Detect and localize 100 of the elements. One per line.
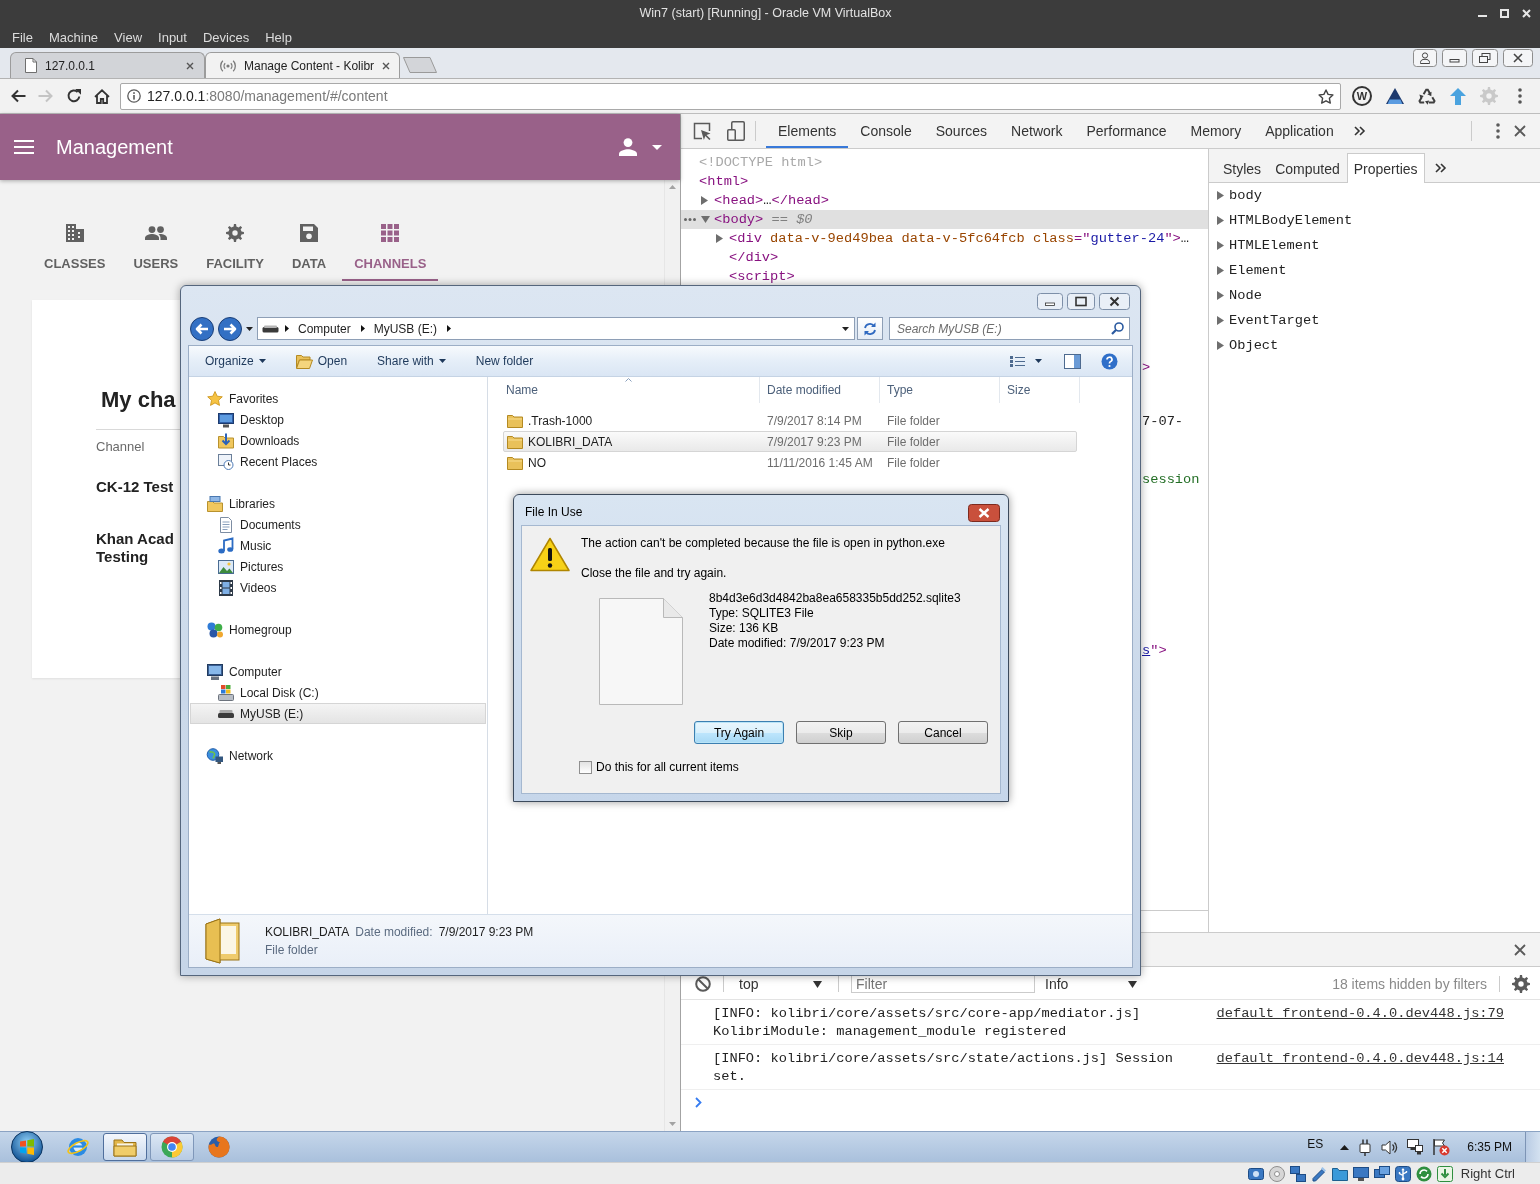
address-field[interactable]: 127.0.0.1:8080/management/#/content: [120, 82, 1341, 110]
column-header[interactable]: Date modified: [760, 377, 880, 403]
nav-item[interactable]: Recent Places: [190, 451, 486, 472]
toolbar-button[interactable]: Open: [286, 349, 357, 373]
dialog-button[interactable]: Skip: [796, 721, 886, 744]
triangle-right-icon[interactable]: [1217, 191, 1224, 200]
devtools-tab[interactable]: Application: [1253, 114, 1346, 148]
property-item[interactable]: Object: [1209, 333, 1540, 358]
chevron-up-icon[interactable]: [1340, 1144, 1350, 1150]
view-options-button[interactable]: [1010, 355, 1042, 367]
menu-item[interactable]: File: [12, 29, 33, 45]
source-link[interactable]: default_frontend-0.4.0.dev448.js:14: [1216, 1050, 1504, 1086]
close-icon[interactable]: [382, 61, 391, 70]
back-icon[interactable]: [10, 89, 26, 103]
devtools-tab[interactable]: Elements: [766, 114, 849, 148]
dom-node[interactable]: <body> == $0: [681, 210, 1208, 229]
nav-item[interactable]: Network: [190, 745, 486, 766]
restore-icon[interactable]: [1472, 49, 1498, 67]
menu-icon[interactable]: [14, 140, 34, 154]
checkbox-label[interactable]: Do this for all current items: [596, 760, 739, 774]
nav-tab[interactable]: CHANNELS: [342, 224, 439, 281]
preview-pane-icon[interactable]: [1064, 353, 1081, 369]
close-icon[interactable]: [968, 504, 1000, 522]
search-icon[interactable]: [1111, 322, 1124, 335]
network-icon[interactable]: [1407, 1139, 1424, 1155]
pen-icon[interactable]: [1310, 1165, 1327, 1182]
toolbar-button[interactable]: Organize: [196, 349, 275, 373]
source-link[interactable]: default_frontend-0.4.0.dev448.js:79: [1216, 1005, 1504, 1041]
nav-tab[interactable]: FACILITY: [194, 224, 276, 281]
nav-item[interactable]: MyUSB (E:): [190, 703, 486, 724]
dialog-button[interactable]: Cancel: [898, 721, 988, 744]
menu-item[interactable]: Machine: [48, 29, 99, 45]
triangle-icon[interactable]: [1386, 88, 1404, 104]
toolbar-button[interactable]: New folder: [466, 349, 543, 373]
close-icon[interactable]: [186, 61, 194, 70]
devtools-tab[interactable]: Performance: [1074, 114, 1179, 148]
browser-tab[interactable]: 127.0.0.1: [10, 52, 205, 78]
close-icon[interactable]: [1503, 49, 1533, 67]
clear-icon[interactable]: [695, 976, 711, 992]
sort-caret-icon[interactable]: [625, 378, 632, 382]
dom-node[interactable]: <script>: [681, 267, 1208, 286]
nav-item[interactable]: Favorites: [190, 388, 486, 409]
chevron-icon[interactable]: [1434, 162, 1446, 173]
close-icon[interactable]: [1514, 125, 1526, 137]
triangle-right-icon[interactable]: [1217, 216, 1224, 225]
sync-icon[interactable]: [1415, 1165, 1432, 1182]
breadcrumb[interactable]: Computer: [294, 321, 355, 336]
property-item[interactable]: HTMLBodyElement: [1209, 208, 1540, 233]
property-item[interactable]: Node: [1209, 283, 1540, 308]
file-row[interactable]: NO 11/11/2016 1:45 AM File folder: [503, 452, 1077, 473]
devtools-tab[interactable]: Sources: [923, 114, 1000, 148]
chevron-right-icon[interactable]: [360, 325, 365, 332]
home-icon[interactable]: [94, 88, 110, 104]
menu-item[interactable]: View: [114, 29, 143, 45]
nav-tab[interactable]: USERS: [121, 224, 191, 281]
help-icon[interactable]: [1101, 352, 1118, 370]
flag-icon[interactable]: [1432, 1138, 1451, 1156]
triangle-right-icon[interactable]: [701, 196, 708, 205]
caret-icon[interactable]: [246, 326, 253, 331]
breadcrumb[interactable]: MyUSB (E:): [369, 321, 442, 336]
usb-icon[interactable]: [1394, 1165, 1411, 1182]
nav-item[interactable]: Downloads: [190, 430, 486, 451]
taskbar-button[interactable]: [150, 1133, 194, 1161]
chevron-right-icon[interactable]: [447, 325, 452, 332]
nav-item[interactable]: Desktop: [190, 409, 486, 430]
triangle-right-icon[interactable]: [1217, 241, 1224, 250]
download-icon[interactable]: [1436, 1165, 1453, 1182]
nav-item[interactable]: Libraries: [190, 493, 486, 514]
sidebar-tab[interactable]: Styles: [1216, 153, 1269, 183]
browser-tab[interactable]: Manage Content - Kolibr: [205, 52, 400, 78]
profile-icon[interactable]: [1413, 49, 1437, 67]
column-header[interactable]: Type: [880, 377, 1000, 403]
column-header[interactable]: Size: [1000, 377, 1080, 403]
chevron-right-icon[interactable]: [285, 325, 289, 332]
refresh-button[interactable]: [857, 317, 883, 340]
level-select[interactable]: Info: [1045, 976, 1140, 992]
toolbar-button[interactable]: Share with: [368, 349, 455, 373]
nav-item[interactable]: Videos: [190, 577, 486, 598]
dom-node[interactable]: <div data-v-9ed49bea data-v-5fc64fcb class="gutter-24">… </div>: [681, 229, 1208, 267]
menu-icon[interactable]: [1518, 88, 1522, 104]
triangle-right-icon[interactable]: [716, 234, 723, 243]
address-field[interactable]: Computer MyUSB (E:): [257, 317, 855, 340]
clock[interactable]: 6:35 PM: [1467, 1140, 1512, 1154]
nav-item[interactable]: Computer: [190, 661, 486, 682]
minimize-icon[interactable]: [1442, 49, 1467, 67]
nav-item[interactable]: Homegroup: [190, 619, 486, 640]
nav-item[interactable]: Documents: [190, 514, 486, 535]
property-item[interactable]: Element: [1209, 258, 1540, 283]
close-icon[interactable]: [1099, 293, 1130, 310]
back-icon[interactable]: [190, 316, 214, 341]
triangle-right-icon[interactable]: [1217, 341, 1224, 350]
close-icon[interactable]: [1514, 943, 1526, 956]
network-icon[interactable]: [1289, 1165, 1306, 1182]
monitor-icon[interactable]: [1352, 1165, 1369, 1182]
plug-icon[interactable]: [1358, 1138, 1373, 1156]
info-icon[interactable]: [127, 89, 141, 103]
sidebar-tab[interactable]: Computed: [1268, 153, 1347, 183]
sidebar-tab[interactable]: Properties: [1346, 153, 1425, 183]
devtools-tab[interactable]: Memory: [1178, 114, 1254, 148]
star-icon[interactable]: [1318, 88, 1334, 104]
